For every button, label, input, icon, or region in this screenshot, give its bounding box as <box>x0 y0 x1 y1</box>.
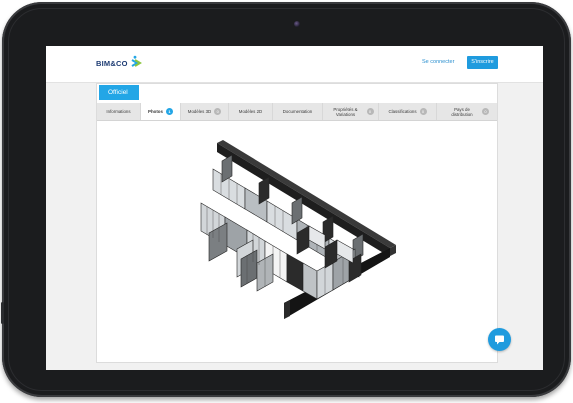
signup-button[interactable]: S'inscrire <box>467 56 498 69</box>
tab-count-badge: 0 <box>482 108 489 115</box>
partition-model-image <box>200 140 396 319</box>
tab-count-badge: 1 <box>165 108 173 115</box>
login-link[interactable]: Se connecter <box>422 59 454 65</box>
tablet-side-button <box>1 302 4 324</box>
site-header: BIM&CO Se connecter S'inscrire <box>46 46 543 83</box>
site-logo[interactable]: BIM&CO <box>96 55 142 71</box>
tablet-screen: BIM&CO Se connecter S'inscrire Officiel … <box>46 46 543 370</box>
tab-count-badge: 0 <box>366 108 374 115</box>
tab-documentation[interactable]: Documentation <box>273 103 323 120</box>
tab-informations[interactable]: Informations <box>97 103 141 120</box>
chat-button[interactable] <box>488 328 511 351</box>
tab-pays-distribution[interactable]: Pays de distribution 0 <box>437 103 497 120</box>
logo-text: BIM&CO <box>96 58 128 68</box>
tab-proprietes-variations[interactable]: Propriétés & Variations 0 <box>323 103 379 120</box>
tab-modeles-2d[interactable]: Modèles 2D <box>229 103 273 120</box>
bimandco-logo-icon <box>131 55 142 67</box>
official-status-tab[interactable]: Officiel <box>99 85 139 100</box>
product-card: Officiel Informations Photos 1 Modèles 3… <box>96 83 498 363</box>
camera-icon <box>294 21 300 27</box>
photo-viewer[interactable] <box>97 121 497 361</box>
tab-classifications[interactable]: Classifications 0 <box>379 103 437 120</box>
chat-bubble-icon <box>495 335 504 345</box>
tab-modeles-3d[interactable]: Modèles 3D 0 <box>181 103 229 120</box>
tab-photos[interactable]: Photos 1 <box>141 103 181 120</box>
tablet-device: BIM&CO Se connecter S'inscrire Officiel … <box>1 2 571 397</box>
product-tabs: Informations Photos 1 Modèles 3D 0 Modèl… <box>97 103 497 121</box>
tab-count-badge: 0 <box>214 108 222 115</box>
tab-count-badge: 0 <box>419 108 427 115</box>
